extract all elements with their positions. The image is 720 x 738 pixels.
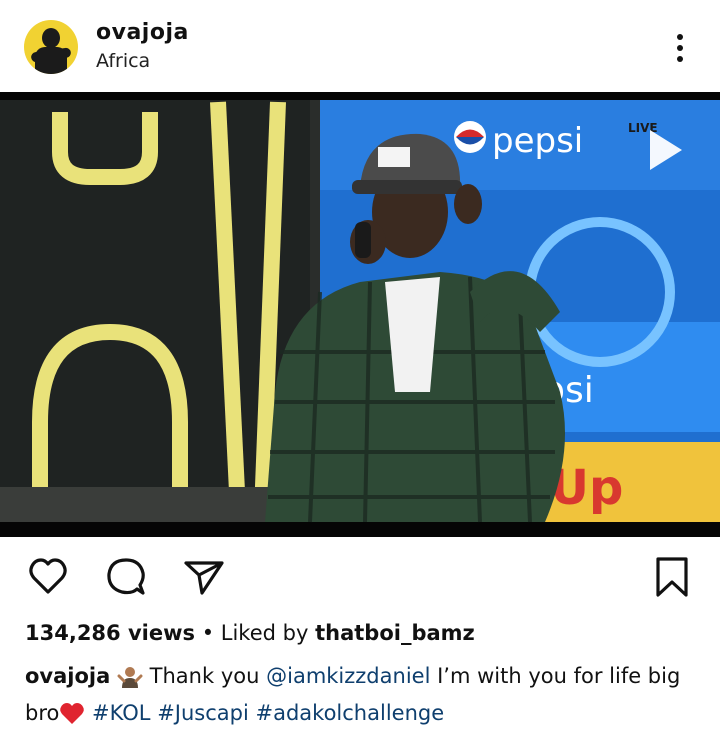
hashtag-kol[interactable]: #KOL [92, 701, 150, 725]
post-header: ovajoja Africa [0, 0, 720, 92]
send-icon[interactable] [182, 555, 226, 599]
bookmark-icon[interactable] [650, 555, 694, 599]
video-frame: pepsi epsi Up LIVE [0, 92, 720, 537]
caption-text-1: Thank you [149, 664, 260, 688]
hashtag-adakolchallenge[interactable]: #adakolchallenge [256, 701, 445, 725]
caption-mention[interactable]: @iamkizzdaniel [266, 664, 430, 688]
pepsi-text: pepsi [492, 121, 583, 161]
caption-username[interactable]: ovajoja [25, 664, 110, 688]
hashtag-juscapi[interactable]: #Juscapi [157, 701, 249, 725]
liked-by-prefix: Liked by [220, 621, 309, 645]
avatar-body [35, 47, 67, 74]
separator-dot: • [201, 621, 215, 645]
views-count[interactable]: 134,286 views [25, 621, 195, 645]
post-username[interactable]: ovajoja [96, 20, 189, 45]
red-heart-icon [60, 703, 85, 724]
heart-icon[interactable] [26, 555, 70, 599]
comment-icon[interactable] [104, 555, 148, 599]
post-video[interactable]: pepsi epsi Up LIVE [0, 92, 720, 537]
liked-by-user[interactable]: thatboi_bamz [315, 621, 475, 645]
caption: ovajoja Thank you @iamkizzdaniel I’m wit… [25, 658, 705, 732]
action-bar [0, 555, 720, 605]
avatar[interactable] [24, 20, 78, 74]
views-liked-by: 134,286 views • Liked by thatboi_bamz [25, 621, 475, 645]
post-location[interactable]: Africa [96, 50, 150, 72]
avatar-head [42, 28, 60, 48]
person-shrugging-icon [117, 667, 143, 688]
more-vertical-icon[interactable] [666, 30, 694, 66]
